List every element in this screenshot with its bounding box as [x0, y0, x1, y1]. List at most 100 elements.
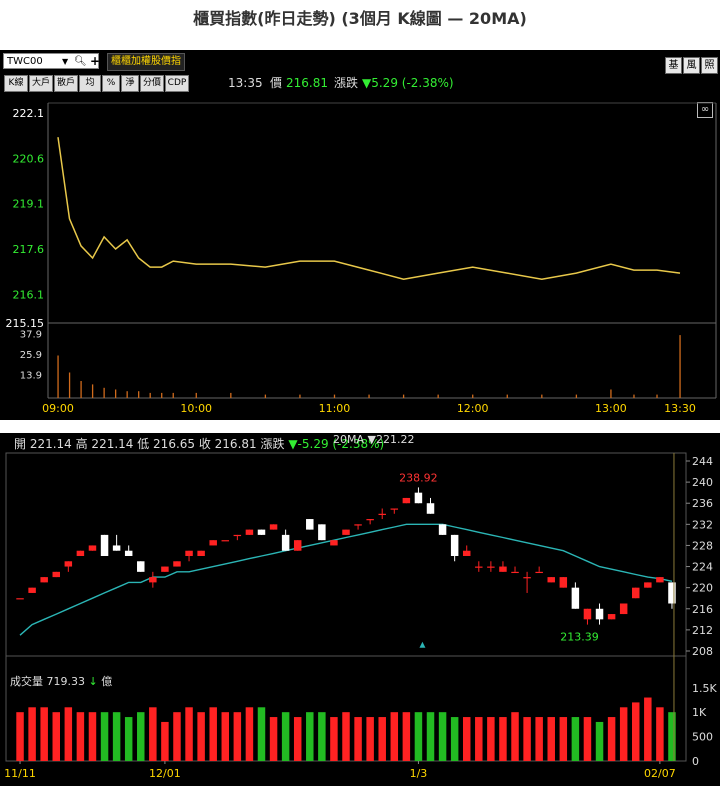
candle-body: [475, 566, 483, 568]
candle-body: [366, 519, 374, 521]
date-tick-label: 1/3: [410, 767, 428, 780]
link-icon[interactable]: ∞: [697, 102, 713, 118]
volume-bar: [197, 712, 205, 761]
volume-bar: [52, 712, 60, 761]
candle-body: [330, 540, 338, 546]
kline-chart: 244 240 236 232 228 224 220 216 212 208 1.5K 1K 500 0…: [4, 452, 717, 780]
price-value: 216.81: [286, 76, 328, 90]
volume-value: 719.33: [46, 675, 86, 688]
candle-body: [221, 540, 230, 542]
volume-bar: [233, 712, 242, 761]
volume-bar: [76, 712, 85, 761]
volume-bar: [619, 707, 628, 761]
volume-bar: [173, 712, 181, 761]
volume-tick-label: 25.9: [20, 350, 42, 361]
candle-body: [535, 571, 543, 574]
time-tick-label: 13:30: [664, 402, 696, 415]
volume-bar: [595, 721, 604, 761]
candle-body: [644, 582, 652, 588]
volume-bar: [149, 707, 157, 761]
volume-bar: [342, 712, 350, 761]
photo-button[interactable]: 照: [701, 57, 718, 74]
price-tick-label: 244: [692, 455, 713, 468]
candle-body: [88, 545, 97, 551]
volume-bar: [64, 707, 73, 761]
retail-button[interactable]: 散戶: [54, 75, 78, 92]
volume-bar: [523, 717, 531, 761]
volume-bar: [16, 712, 24, 761]
time-tick-label: 13:00: [595, 402, 627, 415]
candle-body: [632, 587, 640, 599]
price-tick-label: 220: [692, 582, 713, 595]
price-label: 價: [270, 76, 283, 90]
volume-bar: [245, 707, 254, 761]
volume-readout: 成交量 719.33 ↓ 億: [10, 673, 112, 689]
candle-body: [100, 534, 109, 556]
candle-body: [390, 508, 399, 510]
volume-tick-label: 37.9: [20, 330, 42, 341]
search-icon[interactable]: 🔍︎: [74, 54, 87, 70]
index-name: 櫃櫃加權股價指: [107, 53, 185, 71]
volume-bar: [306, 712, 314, 761]
volume-bar: [257, 707, 266, 761]
candle-body: [64, 561, 73, 567]
candle-body: [161, 566, 169, 572]
cdp-button[interactable]: CDP: [165, 75, 189, 92]
candle-body: [318, 524, 326, 541]
volume-bar: [679, 335, 681, 398]
candle-body: [547, 577, 555, 583]
volume-bar: [499, 717, 507, 761]
low-label: 213.39: [560, 631, 599, 644]
volume-bar: [414, 712, 423, 761]
kline-panel: 244 240 236 232 228 224 220 216 212 208 1.5K 1K 500 0…: [0, 433, 720, 786]
candle-body: [583, 608, 592, 620]
date-tick-label: 02/07: [644, 767, 676, 780]
risk-button[interactable]: 風: [683, 57, 700, 74]
average-button[interactable]: 均: [79, 75, 101, 92]
volume-tick-label: 0: [692, 755, 699, 768]
candle-body: [462, 550, 471, 556]
candle-body: [137, 561, 145, 572]
big-holder-button[interactable]: 大戶: [29, 75, 53, 92]
volume-bar: [487, 717, 495, 761]
net-button[interactable]: 淨: [121, 75, 139, 92]
volume-bar: [541, 394, 543, 398]
symbol-input[interactable]: TWC00 ▼ 🔍︎ +: [3, 53, 100, 70]
basic-button[interactable]: 基: [665, 57, 682, 74]
candle-body: [487, 566, 495, 568]
volume-unit: 億: [101, 675, 113, 688]
price-line: [57, 137, 681, 280]
candle-body: [76, 550, 85, 556]
price-dist-button[interactable]: 分價: [140, 75, 164, 92]
volume-bar: [633, 394, 635, 398]
price-tick-label: 222.1: [13, 107, 45, 120]
add-icon[interactable]: +: [90, 53, 100, 69]
volume-bar: [28, 707, 36, 761]
percent-button[interactable]: %: [102, 75, 120, 92]
volume-bar: [462, 717, 471, 761]
volume-bar: [124, 717, 133, 761]
volume-bar: [511, 712, 519, 761]
volume-bar: [80, 381, 82, 398]
volume-tick-label: 1.5K: [692, 682, 717, 695]
candle-body: [414, 492, 423, 504]
candle-body: [511, 571, 519, 574]
volume-bar: [472, 394, 474, 398]
volume-bar: [68, 372, 71, 398]
volume-bar: [100, 712, 109, 761]
volume-bar: [644, 697, 652, 761]
volume-tick-label: 1K: [692, 706, 707, 719]
kline-button[interactable]: K線: [4, 75, 28, 92]
high-label: 238.92: [399, 471, 438, 484]
volume-bar: [559, 717, 568, 761]
price-tick-label: 212: [692, 624, 713, 637]
volume-bar: [161, 392, 163, 398]
volume-tick-label: 13.9: [20, 370, 42, 381]
volume-bar: [88, 712, 97, 761]
price-tick-label: 240: [692, 476, 713, 489]
candle-body: [571, 587, 580, 609]
dropdown-icon[interactable]: ▼: [62, 54, 68, 70]
volume-bar: [149, 392, 151, 398]
price-tick-label: 216.1: [13, 288, 45, 301]
change-value: ▼5.29 (-2.38%): [362, 76, 454, 90]
